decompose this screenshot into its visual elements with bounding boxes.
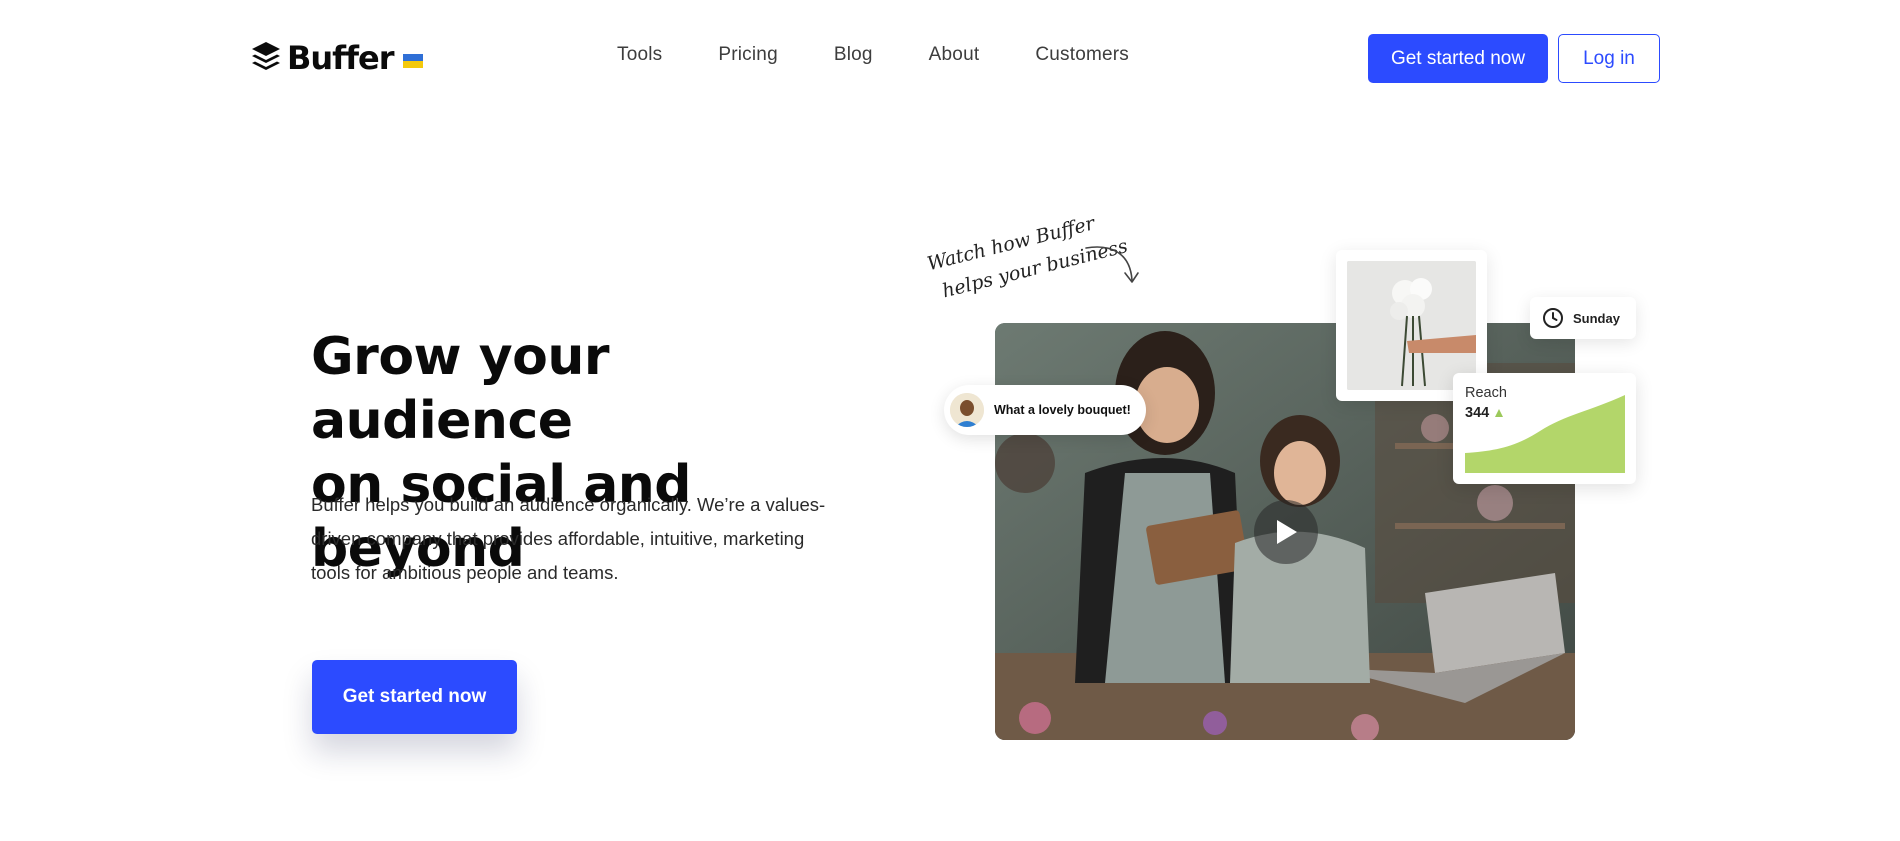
reach-value: 344 [1465, 405, 1490, 421]
site-header: Buffer Tools Pricing Blog About Customer… [0, 0, 1900, 116]
reach-label: Reach [1465, 385, 1507, 401]
avatar [950, 393, 984, 427]
bouquet-image [1347, 261, 1476, 390]
reach-area-chart [1465, 395, 1625, 473]
clock-icon [1543, 308, 1563, 328]
play-button[interactable] [1254, 500, 1318, 564]
login-button[interactable]: Log in [1558, 34, 1660, 83]
nav-item-about[interactable]: About [929, 44, 980, 66]
reach-stat-card: Reach 344 [1453, 373, 1636, 484]
buffer-logo[interactable]: Buffer [251, 38, 423, 78]
main-nav: Tools Pricing Blog About Customers [617, 44, 1185, 66]
nav-item-blog[interactable]: Blog [834, 44, 873, 66]
nav-item-tools[interactable]: Tools [617, 44, 662, 66]
comment-text: What a lovely bouquet! [994, 403, 1131, 417]
header-get-started-button[interactable]: Get started now [1368, 34, 1548, 83]
logo-text: Buffer [287, 39, 394, 77]
schedule-day-card: Sunday [1530, 297, 1636, 339]
comment-bubble: What a lovely bouquet! [944, 385, 1146, 435]
hero-get-started-button[interactable]: Get started now [312, 660, 517, 734]
play-icon [1277, 520, 1297, 544]
ukraine-flag-icon [402, 54, 423, 68]
arrow-icon [1085, 246, 1139, 283]
hero-subtitle: Buffer helps you build an audience organ… [311, 494, 826, 583]
schedule-day-label: Sunday [1573, 310, 1620, 326]
buffer-logo-icon [252, 42, 280, 70]
nav-item-customers[interactable]: Customers [1035, 44, 1129, 66]
trend-up-icon [1495, 409, 1504, 417]
hero-title-line-1: Grow your audience [311, 327, 609, 451]
nav-item-pricing[interactable]: Pricing [718, 44, 777, 66]
reach-value-row: 344 [1465, 405, 1504, 421]
